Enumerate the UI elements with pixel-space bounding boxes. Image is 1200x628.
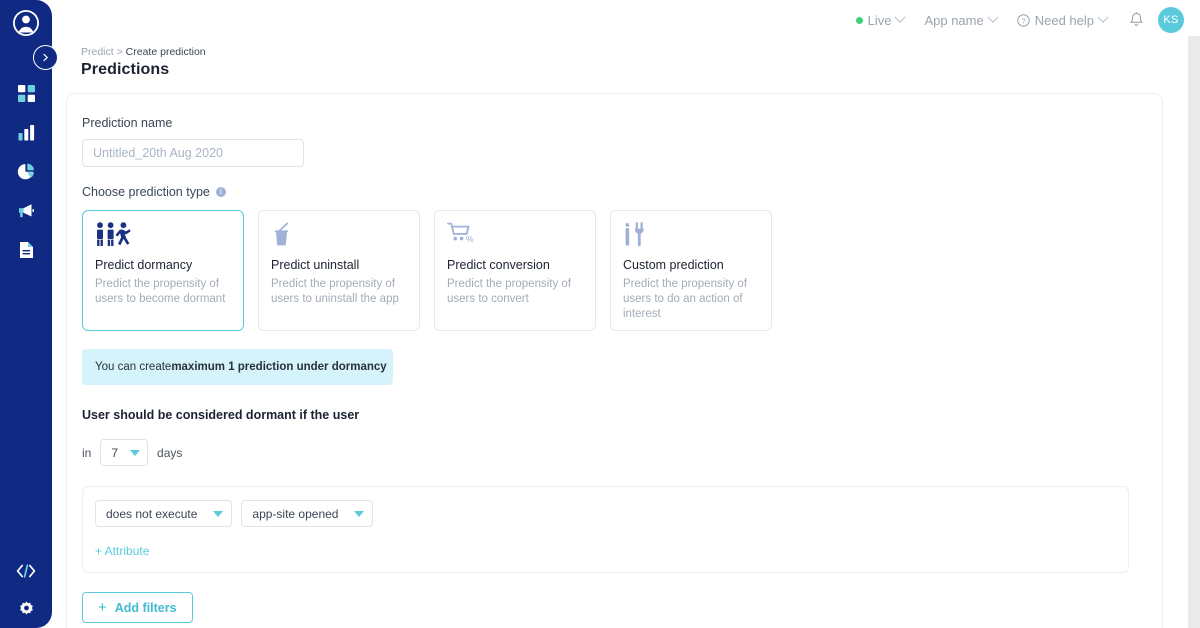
card-description: Predict the propensity of users to unins… (271, 278, 399, 305)
add-filters-label: Add filters (114, 600, 177, 615)
days-select[interactable]: 7 (100, 439, 149, 466)
avatar-initials: KS (1163, 14, 1179, 26)
people-walking-icon (97, 222, 131, 246)
screwdriver-wrench-icon (625, 222, 644, 247)
chevron-down-icon (213, 510, 224, 517)
live-status-label: Live (867, 12, 892, 28)
max-prediction-banner: You can create maximum 1 prediction unde… (82, 349, 393, 385)
megaphone-icon (18, 203, 34, 217)
notification-bell-icon (1130, 12, 1143, 26)
card-description: Predict the propensity of users to do an… (623, 278, 748, 320)
card-title: Predict dormancy (95, 258, 193, 272)
svg-text:?: ? (1021, 16, 1025, 25)
prediction-type-card-custom[interactable]: Custom prediction Predict the propensity… (610, 210, 772, 331)
condition-operator-select[interactable]: does not execute (95, 500, 233, 527)
dashboard-grid-icon (17, 85, 35, 102)
card-description: Predict the propensity of users to conve… (447, 278, 572, 305)
application-window: Live App name ? Need help KS Predict > C… (0, 0, 1200, 628)
days-select-value: 7 (111, 445, 119, 460)
condition-event-value: app-site opened (252, 506, 339, 521)
sidebar-item-settings[interactable] (0, 590, 52, 628)
chevron-down-icon (130, 449, 141, 456)
add-attribute-link[interactable]: + Attribute (95, 544, 149, 558)
card-icon-wrap: % (447, 222, 583, 252)
breadcrumb-root[interactable]: Predict (81, 46, 114, 58)
banner-text-bold: maximum 1 prediction under dormancy (171, 361, 387, 373)
sidebar-nav (0, 74, 52, 269)
live-status-dropdown[interactable]: Live (855, 11, 907, 28)
banner-text-prefix: You can create (95, 361, 172, 373)
days-suffix-word: days (157, 445, 183, 460)
app-selector-dropdown[interactable]: App name (924, 11, 999, 28)
code-brackets-icon (16, 564, 36, 578)
condition-row: does not execute app-site opened (95, 500, 1128, 527)
settings-gear-icon (19, 601, 33, 614)
breadcrumb: Predict > Create prediction (81, 46, 1163, 58)
card-title: Predict uninstall (271, 258, 360, 272)
notifications-button[interactable] (1129, 12, 1144, 28)
pie-chart-icon (17, 163, 34, 179)
app-logo[interactable] (0, 0, 52, 46)
top-bar: Live App name ? Need help KS (52, 0, 1200, 40)
sidebar-item-reports[interactable] (0, 230, 52, 269)
choose-prediction-type-label: Choose prediction type (82, 185, 210, 199)
condition-event-select[interactable]: app-site opened (241, 500, 374, 527)
filter-conditions-panel: does not execute app-site opened + Attri… (82, 486, 1129, 573)
prediction-name-label: Prediction name (82, 116, 173, 130)
dormancy-days-row: in 7 days (82, 439, 1162, 466)
info-icon[interactable]: i (215, 187, 226, 197)
user-avatar[interactable]: KS (1158, 7, 1184, 33)
shopping-cart-percent-icon: % (447, 222, 474, 244)
user-avatar-logo (13, 10, 39, 36)
sidebar-item-dashboard[interactable] (0, 74, 52, 113)
page-header-card: Predict > Create prediction Predictions (66, 40, 1163, 85)
sidebar (0, 0, 58, 628)
need-help-label: Need help (1034, 12, 1094, 28)
need-help-dropdown[interactable]: ? Need help (1017, 11, 1109, 28)
card-description: Predict the propensity of users to becom… (95, 278, 226, 305)
chevron-down-icon (1097, 11, 1109, 23)
question-circle-icon: ? (1017, 13, 1030, 27)
sidebar-item-campaigns[interactable] (0, 191, 52, 230)
sidebar-expand-button[interactable] (33, 45, 58, 70)
create-prediction-form-card: Prediction name Choose prediction type i (66, 93, 1163, 628)
days-prefix-word: in (82, 445, 92, 460)
card-title: Custom prediction (623, 258, 724, 272)
sidebar-item-analytics[interactable] (0, 113, 52, 152)
dormancy-question-label: User should be considered dormant if the… (82, 408, 360, 422)
live-status-dot (855, 16, 863, 24)
prediction-type-card-uninstall[interactable]: Predict uninstall Predict the propensity… (258, 210, 420, 331)
uninstall-trash-icon (274, 222, 289, 246)
svg-text:%: % (466, 234, 474, 244)
breadcrumb-separator: > (116, 46, 123, 58)
sidebar-item-segments[interactable] (0, 152, 52, 191)
sidebar-item-developer[interactable] (0, 552, 52, 590)
document-icon (19, 241, 33, 258)
breadcrumb-current: Create prediction (125, 46, 206, 58)
prediction-type-card-dormancy[interactable]: Predict dormancy Predict the propensity … (82, 210, 244, 331)
chevron-right-circle-icon (43, 53, 49, 62)
add-filters-button[interactable]: + Add filters (82, 592, 193, 623)
condition-operator-value: does not execute (106, 506, 198, 521)
bar-chart-icon (18, 125, 34, 141)
prediction-type-cards: Predict dormancy Predict the propensity … (82, 210, 1162, 331)
chevron-down-icon (354, 510, 365, 517)
page-title: Predictions (81, 61, 170, 78)
page-scrollbar[interactable] (1188, 36, 1200, 628)
card-icon-wrap (95, 222, 231, 252)
prediction-type-card-conversion[interactable]: % Predict conversion Predict the propens… (434, 210, 596, 331)
prediction-name-input[interactable] (82, 139, 304, 167)
card-title: Predict conversion (447, 258, 550, 272)
chevron-down-icon (987, 11, 999, 23)
chevron-down-icon (894, 11, 907, 23)
sidebar-bottom-nav (0, 552, 52, 628)
card-icon-wrap (271, 222, 407, 252)
card-icon-wrap (623, 222, 759, 252)
choose-prediction-type-row: Choose prediction type i (82, 185, 1162, 199)
app-selector-label: App name (924, 12, 984, 28)
plus-icon: + (98, 599, 107, 616)
